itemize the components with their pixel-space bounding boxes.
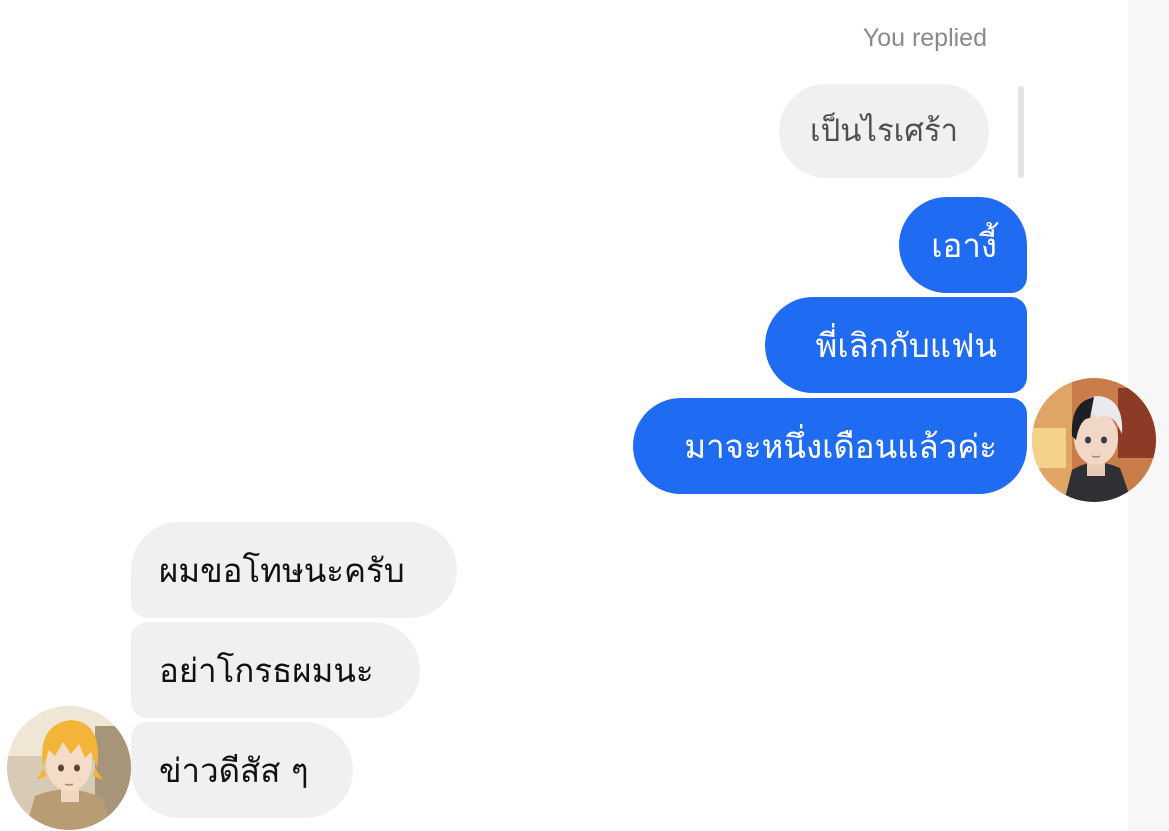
reply-quote-bar (1018, 86, 1024, 178)
incoming-message-bubble[interactable]: อย่าโกรธผมนะ (131, 622, 420, 718)
incoming-message-bubble[interactable]: ข่าวดีสัส ๆ (131, 722, 353, 818)
reply-header: You replied (862, 24, 987, 52)
incoming-message-bubble[interactable]: ผมขอโทษนะครับ (131, 522, 457, 618)
outgoing-message-bubble[interactable]: มาจะหนึ่งเดือนแล้วค่ะ (633, 398, 1027, 494)
contact-avatar[interactable] (7, 706, 131, 830)
outgoing-message-bubble[interactable]: พี่เลิกกับแฟน (765, 297, 1027, 393)
anime-avatar-icon (1032, 378, 1156, 502)
quoted-message-bubble[interactable]: เป็นไรเศร้า (779, 84, 989, 178)
outgoing-message-bubble[interactable]: เอางี้ (899, 197, 1027, 293)
sender-avatar[interactable] (1032, 378, 1156, 502)
anime-avatar-icon (7, 706, 131, 830)
